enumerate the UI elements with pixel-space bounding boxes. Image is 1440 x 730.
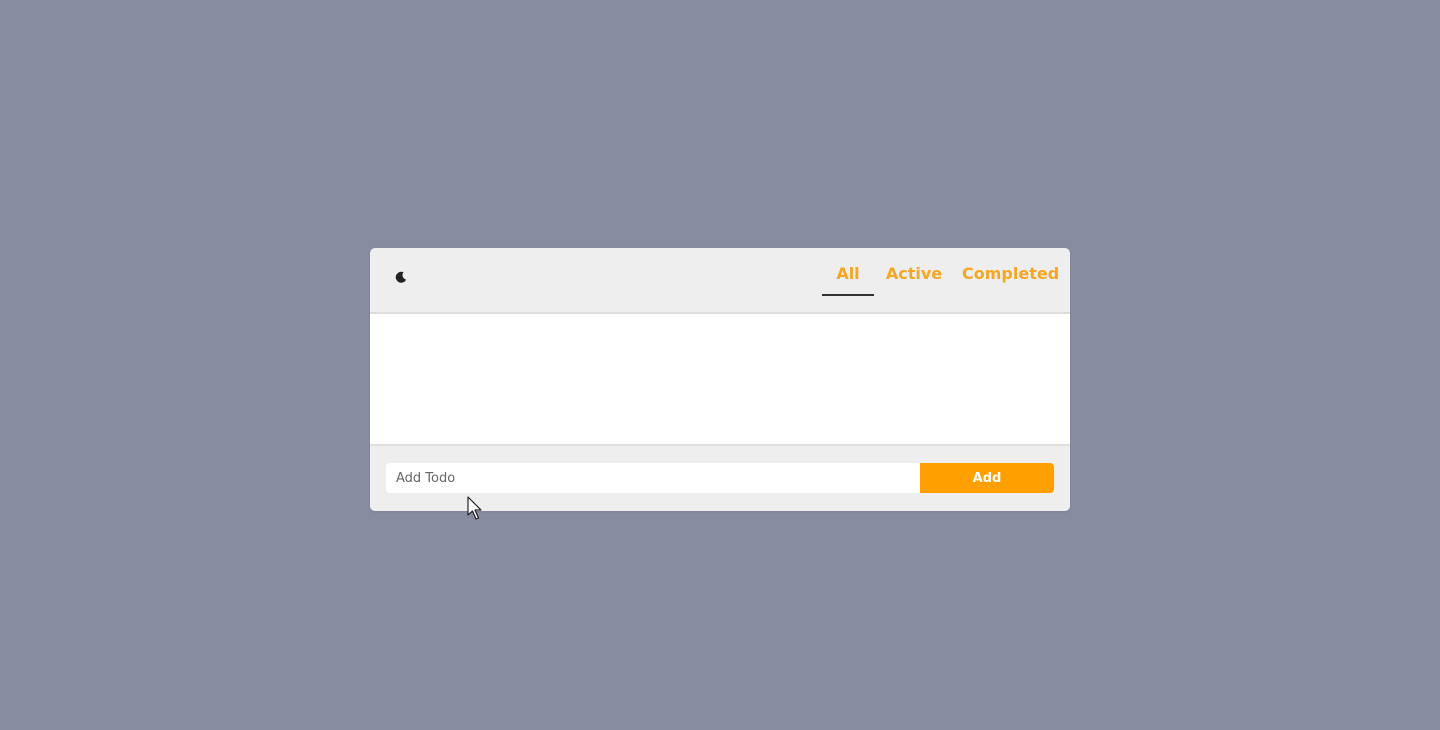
tab-completed[interactable]: Completed xyxy=(962,248,1059,296)
todo-footer: Add xyxy=(370,446,1070,509)
tab-active[interactable]: Active xyxy=(882,248,946,296)
filter-tabs: All Active Completed xyxy=(822,248,1059,314)
todo-header: All Active Completed xyxy=(370,248,1070,314)
todo-list xyxy=(370,314,1070,446)
add-todo-input[interactable] xyxy=(386,463,922,493)
theme-toggle-button[interactable] xyxy=(392,268,410,286)
add-todo-button[interactable]: Add xyxy=(920,463,1054,493)
moon-icon xyxy=(395,271,407,283)
tab-all[interactable]: All xyxy=(822,248,874,296)
todo-card: All Active Completed Add xyxy=(370,248,1070,511)
